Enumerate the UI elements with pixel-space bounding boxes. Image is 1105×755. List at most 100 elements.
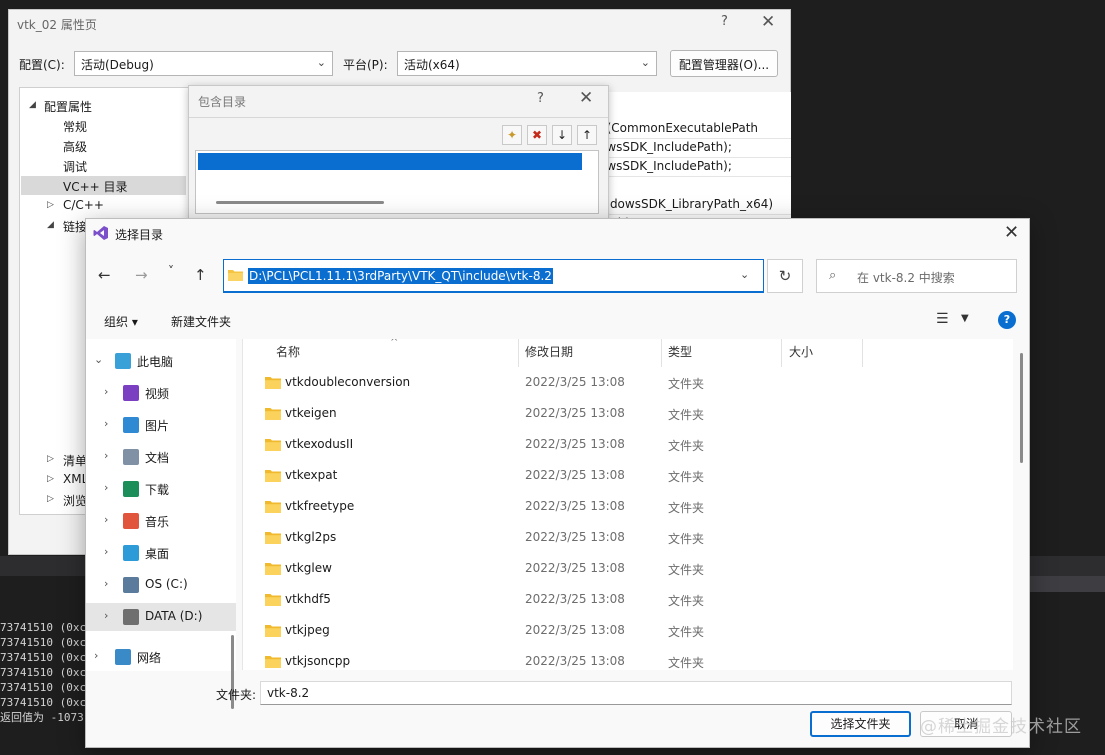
tree-item[interactable]: 常规 (63, 118, 87, 135)
nav-item[interactable]: › 桌面 (86, 539, 236, 567)
up-icon[interactable]: ↑ (194, 266, 207, 284)
table-row[interactable]: vtkjsoncpp 2022/3/25 13:08 文件夹 (243, 648, 1013, 670)
address-path[interactable]: D:\PCL\PCL1.11.1\3rdParty\VTK_QT\include… (248, 268, 553, 284)
file-date: 2022/3/25 13:08 (525, 499, 625, 513)
delete-icon[interactable]: ✖ (527, 125, 547, 145)
tree-item[interactable]: 浏览 (63, 492, 87, 509)
file-list-scrollbar[interactable] (1020, 353, 1023, 463)
folder-name-input[interactable]: vtk-8.2 (260, 681, 1012, 705)
column-header-name[interactable]: 名称 (276, 343, 300, 360)
table-row[interactable]: vtkhdf5 2022/3/25 13:08 文件夹 (243, 586, 1013, 617)
tree-item[interactable]: 调试 (63, 158, 87, 175)
list-item-selected[interactable] (198, 153, 582, 170)
help-icon[interactable]: ? (998, 311, 1016, 329)
new-line-icon[interactable]: ✦ (502, 125, 522, 145)
nav-item[interactable]: › 网络 (86, 643, 236, 671)
property-value[interactable]: owsSDK_IncludePath); (599, 159, 732, 173)
column-header-date[interactable]: 修改日期 (525, 343, 573, 360)
table-row[interactable]: vtkeigen 2022/3/25 13:08 文件夹 (243, 400, 1013, 431)
table-row[interactable]: vtkgl2ps 2022/3/25 13:08 文件夹 (243, 524, 1013, 555)
nav-item[interactable]: › 下载 (86, 475, 236, 503)
search-icon: ⌕ (829, 268, 837, 283)
forward-icon[interactable]: → (135, 266, 148, 284)
table-row[interactable]: vtkdoubleconversion 2022/3/25 13:08 文件夹 (243, 369, 1013, 400)
chevron-right-icon[interactable]: › (94, 649, 98, 662)
chevron-right-icon[interactable]: › (104, 385, 108, 398)
output-line: 73741510 (0xc0 (0, 651, 90, 664)
folder-icon (265, 531, 281, 544)
chevron-right-icon[interactable]: › (104, 577, 108, 590)
tree-item[interactable]: C/C++ (63, 198, 104, 212)
nav-item[interactable]: › 图片 (86, 411, 236, 439)
move-down-icon[interactable]: ↓ (552, 125, 572, 145)
property-value[interactable]: indowsSDK_LibraryPath_x64) (599, 197, 773, 211)
tree-expander-icon[interactable]: ◢ (29, 100, 36, 110)
tree-expander-icon[interactable]: ▷ (47, 454, 54, 464)
address-bar[interactable]: D:\PCL\PCL1.11.1\3rdParty\VTK_QT\include… (223, 259, 764, 293)
refresh-button[interactable]: ↻ (767, 259, 803, 293)
chevron-right-icon[interactable]: › (104, 449, 108, 462)
table-row[interactable]: vtkglew 2022/3/25 13:08 文件夹 (243, 555, 1013, 586)
property-value[interactable]: S(CommonExecutablePath (599, 121, 758, 135)
table-row[interactable]: vtkexodusII 2022/3/25 13:08 文件夹 (243, 431, 1013, 462)
tree-expander-icon[interactable]: ▷ (47, 200, 54, 210)
nav-item[interactable]: ⌄ 此电脑 (86, 347, 236, 375)
search-placeholder[interactable]: 在 vtk-8.2 中搜索 (857, 269, 955, 286)
include-dirs-list[interactable] (195, 150, 599, 214)
table-row[interactable]: vtkexpat 2022/3/25 13:08 文件夹 (243, 462, 1013, 493)
chevron-right-icon[interactable]: › (104, 609, 108, 622)
tree-item[interactable]: VC++ 目录 (63, 178, 128, 195)
folder-icon (265, 500, 281, 513)
property-value[interactable]: owsSDK_IncludePath); (599, 140, 732, 154)
new-folder-button[interactable]: 新建文件夹 (171, 313, 231, 330)
help-icon[interactable]: ? (537, 91, 544, 106)
column-header-size[interactable]: 大小 (789, 343, 813, 360)
file-type: 文件夹 (668, 656, 705, 670)
chevron-down-icon[interactable]: ⌄ (740, 268, 749, 281)
file-name: vtkjsoncpp (285, 654, 351, 668)
help-icon[interactable]: ? (721, 14, 728, 29)
chevron-right-icon[interactable]: › (104, 545, 108, 558)
close-icon[interactable]: ✕ (1004, 222, 1019, 243)
close-icon[interactable]: ✕ (579, 88, 593, 108)
chevron-right-icon[interactable]: › (104, 481, 108, 494)
nav-item[interactable]: › OS (C:) (86, 571, 236, 599)
horizontal-scrollbar[interactable] (216, 201, 384, 204)
view-options-icon[interactable]: ☰ (936, 311, 949, 327)
recent-locations-icon[interactable]: ˅ (168, 264, 174, 278)
move-up-icon[interactable]: ↑ (577, 125, 597, 145)
file-name: vtkglew (285, 561, 332, 575)
nav-item[interactable]: › 视频 (86, 379, 236, 407)
tree-expander-icon[interactable]: ▷ (47, 494, 54, 504)
nav-item[interactable]: › 音乐 (86, 507, 236, 535)
chevron-down-icon[interactable]: ⌄ (94, 353, 103, 366)
column-divider[interactable] (518, 339, 519, 367)
column-divider[interactable] (781, 339, 782, 367)
table-row[interactable]: vtkfreetype 2022/3/25 13:08 文件夹 (243, 493, 1013, 524)
file-list: 名称 ^ 修改日期 类型 大小 vtkdoubleconversion 2022/… (242, 339, 1013, 670)
chevron-down-icon[interactable]: ▼ (961, 313, 969, 324)
column-divider[interactable] (661, 339, 662, 367)
chevron-right-icon[interactable]: › (104, 417, 108, 430)
tree-expander-icon[interactable]: ▷ (47, 474, 54, 484)
chevron-right-icon[interactable]: › (104, 513, 108, 526)
column-header-type[interactable]: 类型 (668, 343, 692, 360)
tree-expander-icon[interactable]: ◢ (47, 220, 54, 230)
nav-item[interactable]: › 文档 (86, 443, 236, 471)
back-icon[interactable]: ← (98, 266, 111, 284)
table-row[interactable]: vtkjpeg 2022/3/25 13:08 文件夹 (243, 617, 1013, 648)
close-icon[interactable]: ✕ (761, 12, 775, 32)
tree-item[interactable]: 高级 (63, 138, 87, 155)
config-manager-button[interactable]: 配置管理器(O)... (670, 50, 778, 77)
search-box[interactable]: ⌕ 在 vtk-8.2 中搜索 (816, 259, 1017, 293)
select-folder-button[interactable]: 选择文件夹 (810, 711, 911, 737)
config-select[interactable]: 活动(Debug) ⌄ (74, 51, 333, 76)
organize-button[interactable]: 组织 ▾ (104, 313, 138, 330)
column-divider[interactable] (862, 339, 863, 367)
tree-item[interactable]: 配置属性 (44, 98, 92, 115)
network-icon (115, 649, 131, 665)
nav-item[interactable]: › DATA (D:) (86, 603, 236, 631)
tree-item[interactable]: 清单 (63, 452, 87, 469)
output-window: 73741510 (0xc0 73741510 (0xc0 73741510 (0x… (0, 620, 90, 725)
platform-select[interactable]: 活动(x64) ⌄ (397, 51, 657, 76)
